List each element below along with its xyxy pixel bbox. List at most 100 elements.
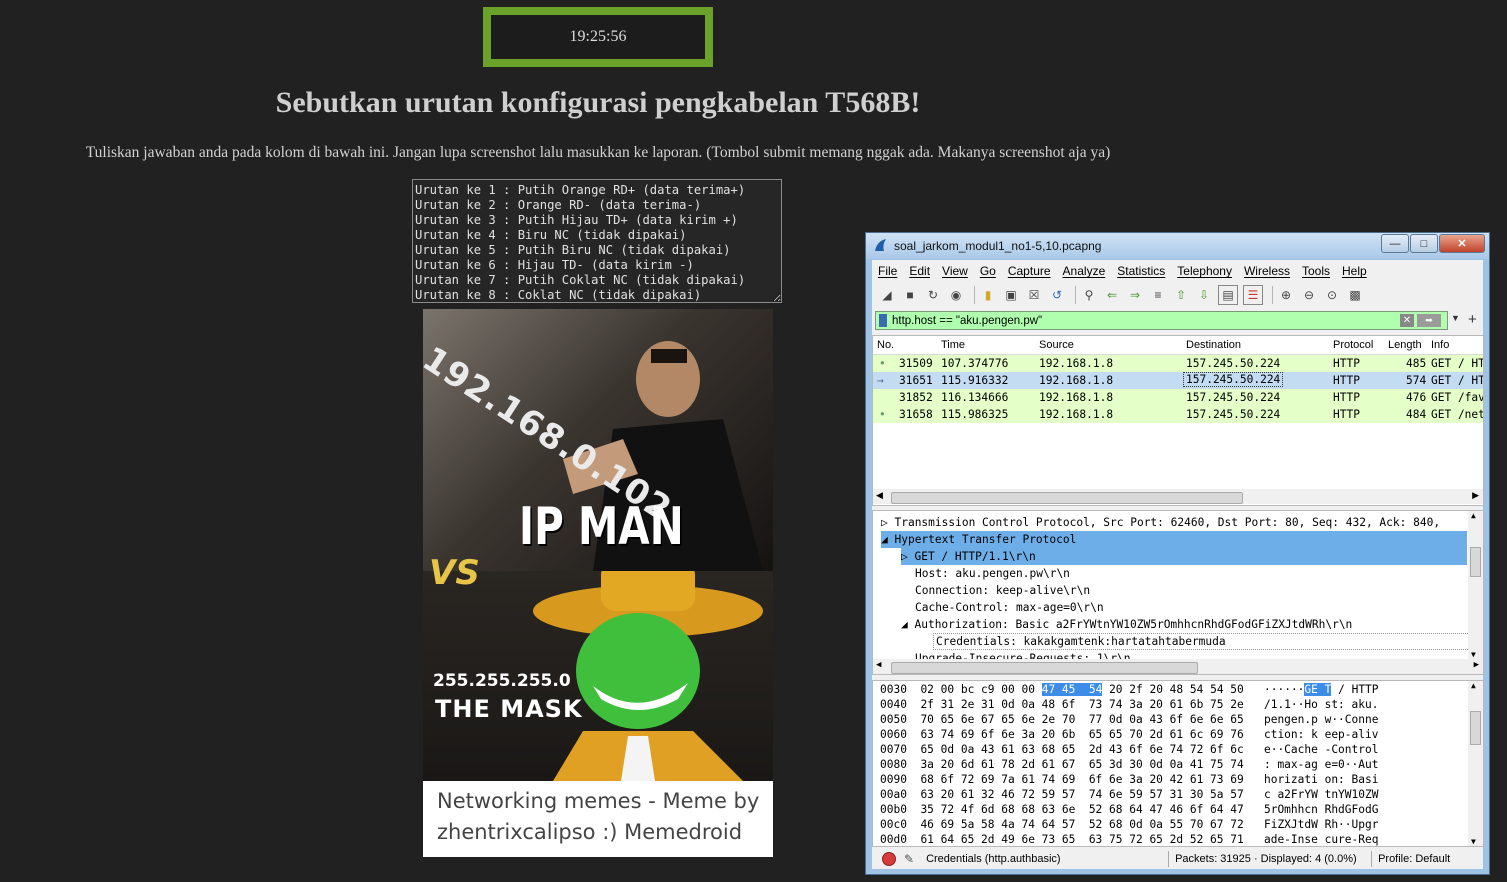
details-hscrollbar[interactable]: ◀ ▶ [873,659,1483,674]
scrollbar-thumb[interactable] [1470,547,1481,577]
meme-image: 192.168.0.102 IP MAN VS 255.255.255.0 TH… [423,309,773,857]
zoom-out-icon[interactable]: ⊖ [1300,286,1318,304]
page-title: Sebutkan urutan konfigurasi pengkabelan … [275,86,921,119]
display-filter-input[interactable] [892,313,1392,328]
scrollbar-thumb[interactable] [891,492,1243,504]
status-packets: Packets: 31925 · Displayed: 4 (0.0%) [1175,853,1357,865]
bytes-row[interactable]: 0090 68 6f 72 69 7a 61 74 69 6f 6e 3a 20… [880,772,1378,787]
first-packet-icon[interactable]: ⇧ [1172,286,1190,304]
packet-row-selected[interactable]: → 31651 115.916332 192.168.1.8 157.245.5… [873,372,1483,389]
bytes-row[interactable]: 0080 3a 20 6d 61 78 2d 61 67 65 3d 30 0d… [880,757,1378,772]
go-to-packet-icon[interactable]: ≡ [1149,286,1167,304]
bytes-row[interactable]: 00c0 46 69 5a 58 4a 74 64 57 52 68 0d 0a… [880,817,1378,832]
packet-row[interactable]: 31852 116.134666 192.168.1.8 157.245.50.… [873,389,1483,406]
col-time[interactable]: Time [941,339,965,351]
add-filter-button-icon[interactable]: + [1468,311,1477,328]
apply-filter-icon[interactable]: ➡ [1417,314,1441,327]
meme-vs-text: VS [429,553,480,593]
details-vscrollbar[interactable]: ▲ ▼ [1468,511,1483,659]
colorize-icon[interactable]: ☰ [1243,285,1263,305]
menu-capture[interactable]: Capture [1002,264,1057,278]
find-packet-icon[interactable]: ⚲ [1080,286,1098,304]
bytes-row[interactable]: 0070 65 0d 0a 43 61 63 68 65 2d 43 6f 6e… [880,742,1378,757]
menu-tools[interactable]: Tools [1296,264,1336,278]
bytes-row[interactable]: 00d0 61 64 65 2d 49 6e 73 65 63 75 72 65… [880,832,1378,846]
reload-file-icon[interactable]: ↺ [1048,286,1066,304]
tree-item-authorization[interactable]: ◢ Authorization: Basic a2FrYWtnYW10ZW5rO… [901,616,1352,633]
tree-item-host[interactable]: Host: aku.pengen.pw\r\n [915,565,1070,582]
save-file-icon[interactable]: ▣ [1002,286,1020,304]
meme-caption-line2: zhentrixcalipso :) Memedroid [437,820,743,844]
zoom-reset-icon[interactable]: ⊙ [1323,286,1341,304]
packet-details-pane: ▷ Transmission Control Protocol, Src Por… [872,510,1484,675]
go-back-icon[interactable]: ⇐ [1103,286,1121,304]
bytes-row[interactable]: 00a0 63 20 61 32 46 72 59 57 74 6e 59 57… [880,787,1378,802]
tree-item-credentials[interactable]: Credentials: kakakgamtenk:hartatahtaberm… [933,633,1470,650]
bytes-row[interactable]: 0060 63 74 69 6f 6e 3a 20 6b 65 65 70 2d… [880,727,1378,742]
window-titlebar[interactable]: soal_jarkom_modul1_no1-5,10.pcapng — □ ✕ [866,233,1489,259]
answer-textarea[interactable]: Urutan ke 1 : Putih Orange RD+ (data ter… [412,179,782,303]
meme-caption: Networking memes - Meme by zhentrixcalip… [437,786,767,848]
bytes-row[interactable]: 00b0 35 72 4f 6d 68 68 63 6e 52 68 64 47… [880,802,1378,817]
col-destination[interactable]: Destination [1186,339,1241,351]
col-protocol[interactable]: Protocol [1333,339,1373,351]
maximize-button[interactable]: □ [1410,234,1438,253]
meme-mask-ip: 255.255.255.0 [433,671,571,691]
filter-history-dropdown-icon[interactable]: ▼ [1451,313,1463,328]
col-info[interactable]: Info [1431,339,1449,351]
scroll-left-icon[interactable]: ◀ [876,490,883,501]
expert-info-icon[interactable] [882,852,896,866]
close-button[interactable]: ✕ [1439,234,1485,253]
menu-view[interactable]: View [936,264,974,278]
menu-go[interactable]: Go [974,264,1002,278]
autoscroll-icon[interactable]: ▤ [1218,285,1238,305]
menu-analyze[interactable]: Analyze [1057,264,1112,278]
menu-statistics[interactable]: Statistics [1111,264,1171,278]
packet-list-hscrollbar[interactable]: ◀ ▶ [873,489,1483,504]
start-capture-icon[interactable]: ◢ [878,286,896,304]
countdown-timer: 19:25:56 [483,7,713,67]
stop-capture-icon[interactable]: ■ [901,286,919,304]
capture-options-icon[interactable]: ◉ [947,286,965,304]
last-packet-icon[interactable]: ⇩ [1195,286,1213,304]
resize-columns-icon[interactable]: ▩ [1346,286,1364,304]
packet-row[interactable]: • 31509 107.374776 192.168.1.8 157.245.5… [873,355,1483,372]
tree-item-cache-control[interactable]: Cache-Control: max-age=0\r\n [915,599,1104,616]
instructions-text: Tuliskan jawaban anda pada kolom di bawa… [85,144,1111,161]
tree-item-request-line[interactable]: ▷ GET / HTTP/1.1\r\n [901,548,1467,565]
go-forward-icon[interactable]: ⇒ [1126,286,1144,304]
scrollbar-thumb[interactable] [1470,711,1481,745]
packet-row[interactable]: • 31658 115.986325 192.168.1.8 157.245.5… [873,406,1483,423]
menu-telephony[interactable]: Telephony [1171,264,1238,278]
filter-bookmark-icon[interactable] [879,314,887,327]
tree-item-connection[interactable]: Connection: keep-alive\r\n [915,582,1090,599]
minimize-button[interactable]: — [1381,234,1409,253]
menu-wireless[interactable]: Wireless [1238,264,1296,278]
bytes-row[interactable]: 0050 70 65 6e 67 65 6e 2e 70 77 0d 0a 43… [880,712,1378,727]
bytes-vscrollbar[interactable]: ▲ ▼ [1468,681,1483,846]
col-no[interactable]: No. [877,339,894,351]
menu-help[interactable]: Help [1336,264,1373,278]
open-file-icon[interactable]: ▮ [979,286,997,304]
tree-item-tcp[interactable]: ▷ Transmission Control Protocol, Src Por… [881,514,1440,531]
col-source[interactable]: Source [1039,339,1074,351]
menu-file[interactable]: File [872,264,903,278]
menu-bar: File Edit View Go Capture Analyze Statis… [872,260,1483,282]
zoom-in-icon[interactable]: ⊕ [1277,286,1295,304]
scroll-right-icon[interactable]: ▶ [1472,490,1479,501]
edit-comment-icon[interactable]: ✎ [904,852,914,866]
bytes-row[interactable]: 0040 2f 31 2e 31 0d 0a 48 6f 73 74 3a 20… [880,697,1378,712]
bytes-row[interactable]: 0030 02 00 bc c9 00 00 47 45 54 20 2f 20… [880,682,1379,697]
col-length[interactable]: Length [1388,339,1422,351]
tree-item-http[interactable]: ◢ Hypertext Transfer Protocol [881,531,1467,548]
packet-list-header: No. Time Source Destination Protocol Len… [873,336,1483,355]
close-file-icon[interactable]: ☒ [1025,286,1043,304]
restart-capture-icon[interactable]: ↻ [924,286,942,304]
meme-caption-line1: Networking memes - Meme by [437,789,760,813]
clear-filter-icon[interactable]: ✕ [1400,314,1414,327]
status-profile[interactable]: Profile: Default [1378,853,1450,865]
display-filter-bar[interactable]: ✕ ➡ [875,311,1448,330]
status-bar: ✎ Credentials (http.authbasic) Packets: … [872,849,1483,869]
main-toolbar: ◢ ■ ↻ ◉ ▮ ▣ ☒ ↺ ⚲ ⇐ ⇒ ≡ ⇧ ⇩ ▤ ☰ ⊕ ⊖ ⊙ ▩ [872,283,1483,307]
menu-edit[interactable]: Edit [903,264,936,278]
